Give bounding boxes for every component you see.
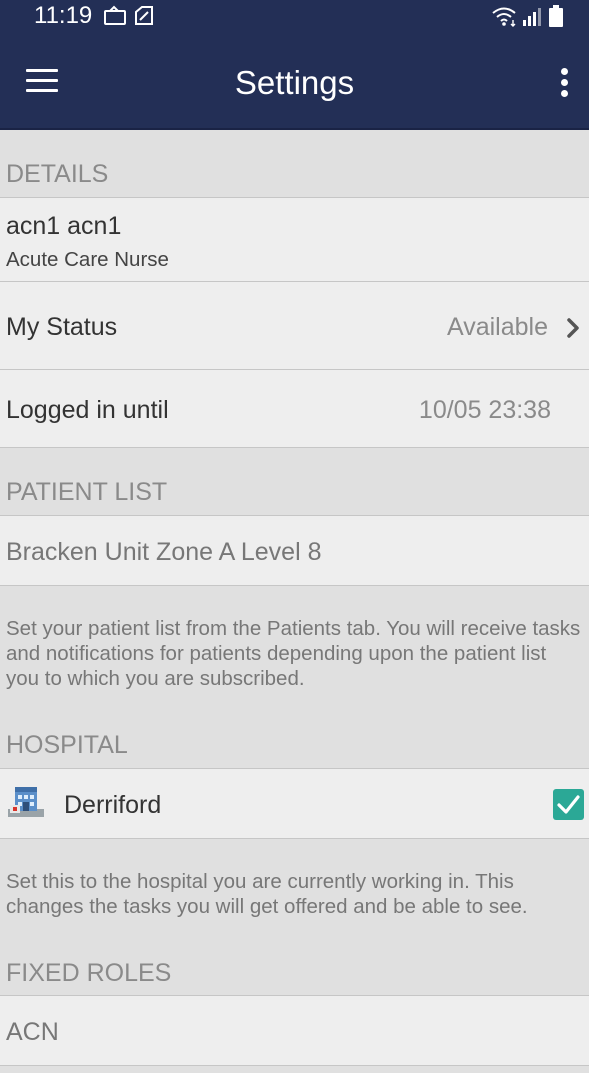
hospital-checkbox[interactable] xyxy=(553,789,584,820)
fixed-role-row: ACN xyxy=(0,995,589,1066)
my-status-row[interactable]: My Status Available xyxy=(0,281,589,370)
user-name: acn1 acn1 xyxy=(6,212,122,240)
check-icon xyxy=(557,795,580,814)
nfc-icon xyxy=(135,6,153,25)
status-bar: 11:19 xyxy=(0,0,589,36)
fixed-role-value: ACN xyxy=(6,1018,59,1046)
section-header-fixed-roles: FIXED ROLES xyxy=(0,959,589,988)
patient-list-value: Bracken Unit Zone A Level 8 xyxy=(6,538,322,566)
my-status-label: My Status xyxy=(6,313,118,341)
hospital-name: Derriford xyxy=(64,791,162,819)
chevron-right-icon xyxy=(567,318,579,338)
section-header-hospital: HOSPITAL xyxy=(0,731,589,760)
logged-in-label: Logged in until xyxy=(6,396,169,424)
my-status-value: Available xyxy=(446,313,548,341)
section-header-details: DETAILS xyxy=(0,160,589,189)
logged-in-value: 10/05 23:38 xyxy=(418,396,551,424)
notification-icons xyxy=(104,5,153,25)
system-icons xyxy=(492,5,563,27)
patient-list-description: Set your patient list from the Patients … xyxy=(6,617,581,690)
more-vert-icon[interactable] xyxy=(551,64,579,100)
notification-icon xyxy=(104,5,126,25)
page-title: Settings xyxy=(234,64,355,101)
wifi-icon xyxy=(492,7,516,22)
battery-icon xyxy=(549,5,563,27)
patient-list-row[interactable]: Bracken Unit Zone A Level 8 xyxy=(0,515,589,586)
section-header-patient-list: PATIENT LIST xyxy=(0,478,589,507)
hospital-row[interactable]: Derriford xyxy=(0,768,589,839)
app-bar: Settings xyxy=(0,36,589,130)
status-time: 11:19 xyxy=(34,2,93,29)
hospital-building-icon xyxy=(8,787,44,817)
user-role: Acute Care Nurse xyxy=(6,248,169,271)
hospital-description: Set this to the hospital you are current… xyxy=(6,870,528,918)
logged-in-row: Logged in until 10/05 23:38 xyxy=(0,369,589,448)
signal-icon xyxy=(523,8,541,26)
user-details-row: acn1 acn1 Acute Care Nurse xyxy=(0,197,589,282)
